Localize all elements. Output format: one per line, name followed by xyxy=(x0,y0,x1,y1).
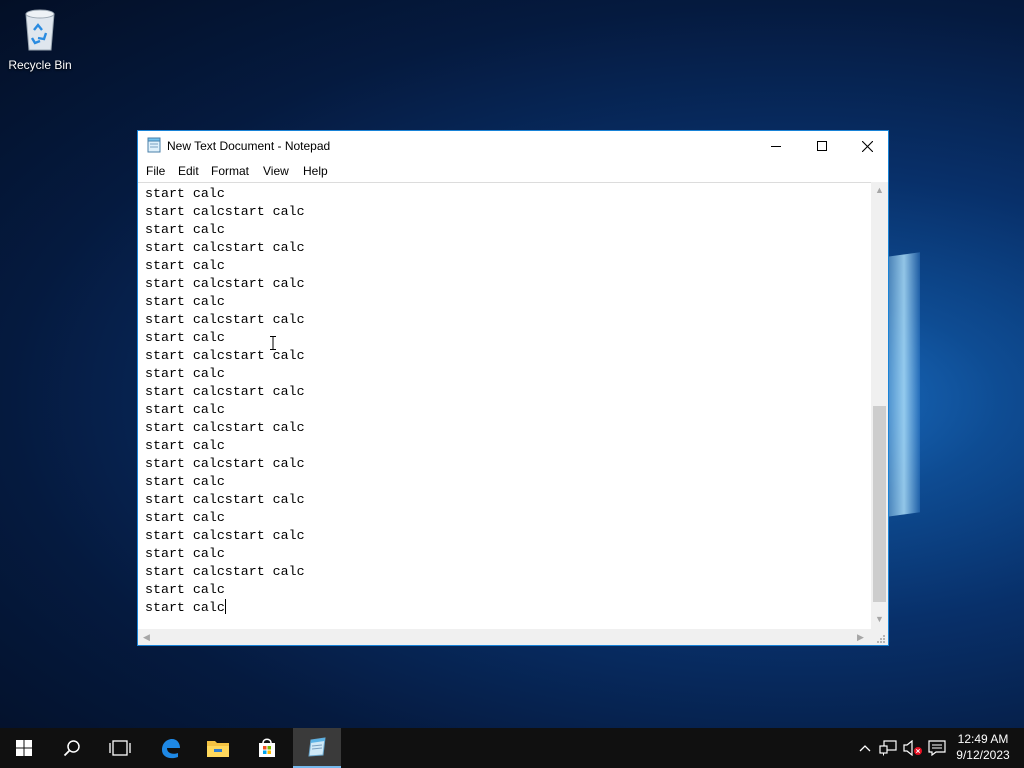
text-line: start calcstart calc xyxy=(145,348,305,363)
text-line: start calc xyxy=(145,600,225,615)
close-button[interactable] xyxy=(844,131,890,161)
start-button[interactable] xyxy=(0,728,48,768)
last-text-line: start calc xyxy=(145,599,305,617)
volume-button[interactable] xyxy=(902,728,924,768)
text-line: start calcstart calc xyxy=(145,240,305,255)
maximize-button[interactable] xyxy=(799,131,845,161)
taskbar: 12:49 AM 9/12/2023 xyxy=(0,728,1024,768)
text-line: start calcstart calc xyxy=(145,564,305,579)
text-line: start calc xyxy=(145,366,225,381)
store-icon xyxy=(259,738,275,757)
edge-button[interactable] xyxy=(146,728,194,768)
text-line: start calc xyxy=(145,438,225,453)
file-explorer-icon xyxy=(207,741,229,757)
minimize-button[interactable] xyxy=(753,131,799,161)
text-editor[interactable]: start calc start calcstart calc start ca… xyxy=(138,182,871,630)
action-center-button[interactable] xyxy=(926,728,948,768)
resize-grip-icon xyxy=(877,635,885,643)
text-line: start calc xyxy=(145,186,225,201)
text-line: start calc xyxy=(145,546,225,561)
title-bar[interactable]: New Text Document - Notepad xyxy=(138,131,888,161)
text-line: start calc xyxy=(145,222,225,237)
text-line: start calc xyxy=(145,510,225,525)
network-button[interactable] xyxy=(878,728,898,768)
start-icon xyxy=(16,740,32,756)
menu-edit[interactable]: Edit xyxy=(178,164,199,178)
volume-muted-icon xyxy=(903,740,922,756)
menu-format[interactable]: Format xyxy=(211,164,249,178)
maximize-icon xyxy=(817,141,827,151)
text-line: start calc xyxy=(145,582,225,597)
text-line: start calc xyxy=(145,474,225,489)
edge-icon xyxy=(162,739,180,759)
resize-grip[interactable] xyxy=(871,629,888,645)
text-content: start calc start calcstart calc start ca… xyxy=(145,185,305,617)
text-line: start calcstart calc xyxy=(145,420,305,435)
horizontal-scrollbar[interactable]: ◀ ▶ xyxy=(138,629,871,645)
file-explorer-button[interactable] xyxy=(194,728,242,768)
text-line: start calcstart calc xyxy=(145,204,305,219)
clock-date: 9/12/2023 xyxy=(956,748,1010,762)
window-title: New Text Document - Notepad xyxy=(167,139,331,153)
vertical-scroll-thumb[interactable] xyxy=(873,406,886,602)
scroll-up-icon[interactable]: ▲ xyxy=(875,185,884,195)
notification-icon xyxy=(928,740,946,756)
text-line: start calcstart calc xyxy=(145,276,305,291)
text-line: start calc xyxy=(145,330,225,345)
text-line: start calcstart calc xyxy=(145,492,305,507)
notepad-app-icon xyxy=(147,137,161,153)
task-view-icon xyxy=(109,740,131,756)
network-icon xyxy=(879,740,897,756)
close-icon xyxy=(861,140,873,152)
ibeam-cursor-icon xyxy=(270,336,276,350)
store-button[interactable] xyxy=(243,728,291,768)
menu-bar: File Edit Format View Help xyxy=(138,161,888,181)
show-hidden-icons-button[interactable] xyxy=(856,728,874,768)
minimize-icon xyxy=(771,146,781,147)
clock-time: 12:49 AM xyxy=(957,732,1009,746)
recycle-bin-icon xyxy=(25,9,55,51)
task-view-button[interactable] xyxy=(96,728,144,768)
notepad-taskbar-button[interactable] xyxy=(293,728,341,768)
system-clock[interactable]: 12:49 AM 9/12/2023 xyxy=(952,731,1014,763)
scroll-right-icon[interactable]: ▶ xyxy=(857,632,864,643)
desktop-icon-recycle-bin[interactable]: Recycle Bin xyxy=(6,8,74,72)
scroll-left-icon[interactable]: ◀ xyxy=(143,632,150,643)
menu-file[interactable]: File xyxy=(146,164,165,178)
vertical-scrollbar[interactable]: ▲ ▼ xyxy=(871,182,888,629)
text-line: start calcstart calc xyxy=(145,456,305,471)
notepad-window: New Text Document - Notepad File Edit Fo… xyxy=(137,130,889,646)
desktop-icon-label: Recycle Bin xyxy=(8,58,72,72)
text-line: start calcstart calc xyxy=(145,312,305,327)
text-line: start calcstart calc xyxy=(145,528,305,543)
text-line: start calc xyxy=(145,258,225,273)
scroll-down-icon[interactable]: ▼ xyxy=(875,614,884,624)
menu-help[interactable]: Help xyxy=(303,164,328,178)
menu-view[interactable]: View xyxy=(263,164,289,178)
search-button[interactable] xyxy=(48,728,96,768)
text-line: start calc xyxy=(145,402,225,417)
search-icon xyxy=(63,740,80,757)
text-line: start calcstart calc xyxy=(145,384,305,399)
text-line: start calc xyxy=(145,294,225,309)
text-caret xyxy=(224,599,226,614)
notepad-icon xyxy=(308,737,326,757)
chevron-up-icon xyxy=(859,745,871,752)
